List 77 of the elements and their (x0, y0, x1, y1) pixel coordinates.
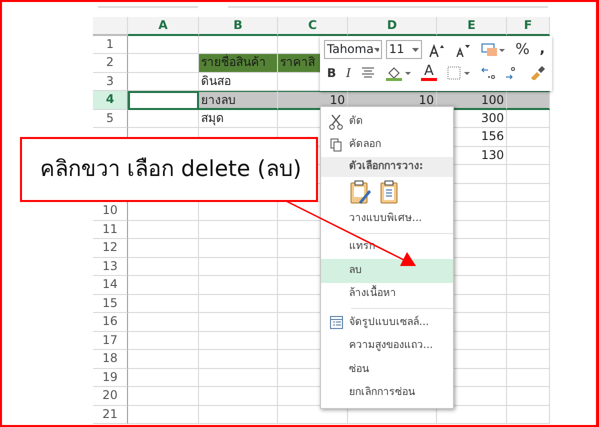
format-cells-icon (330, 316, 342, 330)
row-header[interactable]: 12 (93, 239, 128, 258)
table-cell (507, 239, 550, 258)
row-header[interactable]: 4 (93, 91, 128, 110)
table-cell (507, 110, 550, 128)
comma-button[interactable]: , (536, 40, 548, 59)
table-cell (507, 387, 550, 406)
menu-item[interactable]: ลบ (321, 259, 453, 282)
table-cell (507, 276, 550, 294)
table-cell (128, 368, 199, 387)
table-cell: 10 (278, 91, 348, 110)
size-dropdown[interactable]: 11 (386, 40, 422, 59)
copy-icon (330, 138, 342, 152)
table-cell (507, 406, 550, 424)
table-cell (507, 202, 550, 220)
table-cell: 100 (437, 91, 507, 110)
menu-item[interactable]: ล้างเนื้อหา (321, 282, 453, 306)
menu-item[interactable]: วางแบบพิเศษ... (321, 207, 453, 230)
table-cell: ยางลบ (199, 91, 278, 110)
table-cell (507, 350, 550, 368)
table-cell (507, 332, 550, 350)
table-cell (128, 276, 199, 294)
row-header[interactable]: 18 (93, 350, 128, 368)
paste-format-icon[interactable] (349, 180, 371, 204)
row-header[interactable]: 17 (93, 332, 128, 350)
table-cell (128, 332, 199, 350)
callout-text: คลิกขวา เลือก delete (ลบ) (40, 156, 302, 184)
table-cell (128, 294, 199, 313)
menu-item[interactable]: ยกเลิกการซ่อน (321, 382, 453, 405)
menu-item[interactable]: จัดรูปแบบเซลล์... (321, 311, 453, 334)
row-header[interactable]: 14 (93, 276, 128, 294)
table-cell (128, 220, 199, 239)
table-cell (128, 239, 199, 258)
table-cell: สมุด (199, 110, 278, 128)
row-header[interactable]: 20 (93, 387, 128, 406)
column-header[interactable]: F (507, 17, 550, 36)
menu-section-label: ตัวเลือกการวาง: (321, 157, 453, 177)
row-header[interactable]: 2 (93, 54, 128, 72)
row-header[interactable]: 5 (93, 110, 128, 128)
scissors-icon (329, 114, 343, 130)
menu-item[interactable]: แทรก (321, 236, 453, 259)
row-header[interactable]: 10 (93, 202, 128, 220)
table-cell (128, 406, 199, 424)
table-cell (507, 368, 550, 387)
font-color-button[interactable]: A (418, 63, 440, 82)
row-header[interactable]: 15 (93, 294, 128, 313)
header-cell: รายชื่อสินค้า (199, 54, 278, 72)
caret-icon (374, 48, 379, 52)
table-cell (128, 387, 199, 406)
row-header[interactable]: 11 (93, 220, 128, 239)
table-cell (507, 91, 550, 110)
row-header[interactable]: 13 (93, 258, 128, 276)
table-cell (507, 258, 550, 276)
paste-icon[interactable] (379, 180, 399, 204)
table-cell (507, 220, 550, 239)
row-header[interactable]: 1 (93, 36, 128, 54)
column-header[interactable]: C (278, 17, 348, 36)
menu-item[interactable]: ซ่อน (321, 358, 453, 382)
table-cell (128, 36, 199, 54)
caret-icon (412, 48, 420, 52)
table-cell (128, 91, 199, 110)
row-header[interactable]: 19 (93, 368, 128, 387)
table-cell (128, 350, 199, 368)
percent-button[interactable]: % (512, 40, 533, 59)
table-cell (507, 294, 550, 313)
table-cell (128, 313, 199, 332)
table-cell (507, 313, 550, 332)
column-header[interactable]: D (348, 17, 437, 36)
row-header[interactable]: 3 (93, 72, 128, 91)
column-header[interactable]: B (199, 17, 278, 36)
row-header[interactable]: 16 (93, 313, 128, 332)
table-cell (128, 258, 199, 276)
column-header[interactable]: A (128, 17, 199, 36)
menu-item[interactable]: ความสูงของแถว... (321, 334, 453, 358)
column-header[interactable]: E (437, 17, 507, 36)
row-header[interactable]: 21 (93, 406, 128, 424)
font-dropdown[interactable]: Tahoma (324, 40, 382, 59)
